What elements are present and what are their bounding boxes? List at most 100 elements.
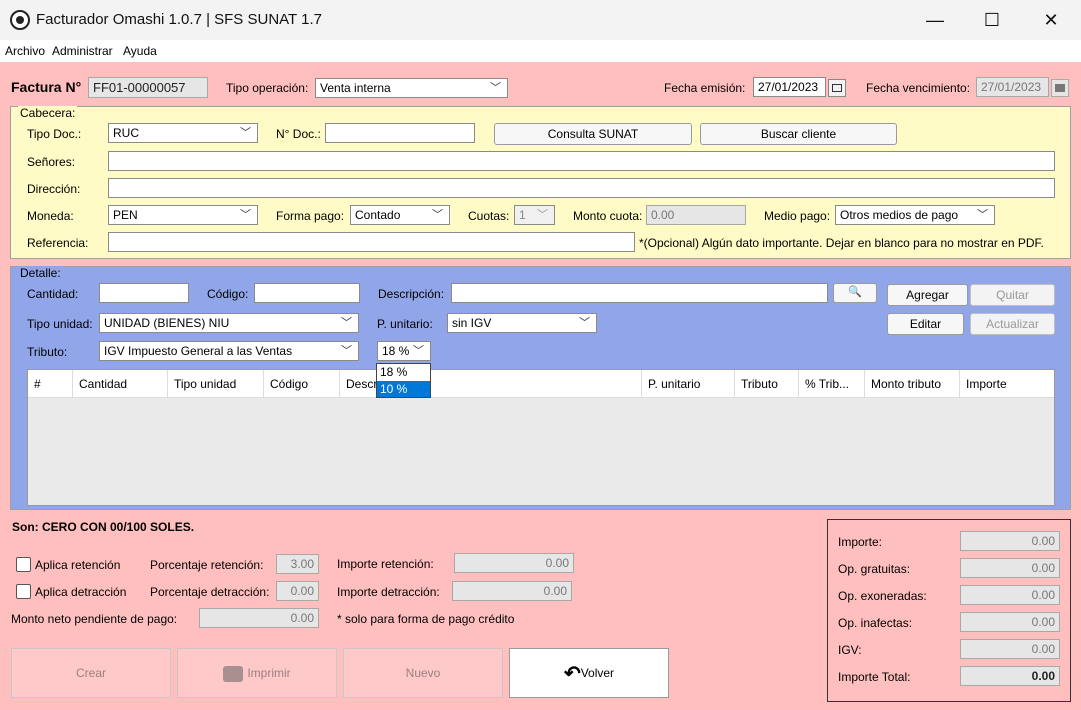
column-header[interactable]: Tributo bbox=[734, 370, 798, 398]
cuotas-value: 1 bbox=[519, 208, 526, 222]
codigo-field[interactable] bbox=[254, 283, 360, 303]
cantidad-label: Cantidad: bbox=[27, 287, 79, 301]
volver-label: Volver bbox=[580, 666, 615, 680]
column-header[interactable]: Tipo unidad bbox=[167, 370, 263, 398]
nuevo-button[interactable]: Nuevo bbox=[343, 648, 503, 698]
porcentaje-detraccion-label: Porcentaje detracción: bbox=[150, 585, 270, 599]
column-header[interactable]: Cantidad bbox=[72, 370, 167, 398]
cuotas-select: 1 ﹀ bbox=[514, 205, 555, 225]
minimize-button[interactable]: — bbox=[908, 0, 962, 40]
chevron-down-icon: ﹀ bbox=[413, 345, 424, 357]
app-logo-icon bbox=[10, 10, 30, 30]
medio-pago-value: Otros medios de pago bbox=[840, 208, 959, 222]
aplica-detraccion-label: Aplica detracción bbox=[35, 585, 127, 599]
cantidad-field[interactable] bbox=[99, 283, 189, 303]
factura-label: Factura N° bbox=[11, 79, 82, 95]
total-label-importe: Importe: bbox=[838, 535, 883, 549]
fecha-vencimiento-field: 27/01/2023 bbox=[976, 77, 1049, 97]
printer-icon bbox=[223, 665, 244, 682]
monto-cuota-label: Monto cuota: bbox=[573, 209, 643, 223]
window-title: Facturador Omashi 1.0.7 | SFS SUNAT 1.7 bbox=[36, 11, 322, 28]
forma-pago-select[interactable]: Contado ﹀ bbox=[350, 205, 450, 225]
calendar-icon[interactable] bbox=[828, 79, 846, 97]
forma-pago-label: Forma pago: bbox=[276, 209, 345, 223]
num-doc-label: N° Doc.: bbox=[276, 127, 321, 141]
actualizar-button[interactable]: Actualizar bbox=[970, 313, 1055, 335]
menu-administrar[interactable]: Administrar bbox=[52, 44, 113, 58]
search-button[interactable]: 🔍 bbox=[833, 283, 877, 303]
editar-button[interactable]: Editar bbox=[887, 313, 964, 335]
moneda-select[interactable]: PEN ﹀ bbox=[108, 205, 258, 225]
column-header[interactable]: P. unitario bbox=[641, 370, 734, 398]
close-button[interactable]: ✕ bbox=[1024, 0, 1078, 40]
buscar-cliente-button[interactable]: Buscar cliente bbox=[700, 123, 897, 145]
p-unitario-select[interactable]: sin IGV ﹀ bbox=[447, 313, 597, 333]
moneda-label: Moneda: bbox=[27, 209, 74, 223]
num-doc-field[interactable] bbox=[325, 123, 475, 143]
aplica-detraccion-checkbox[interactable] bbox=[16, 584, 31, 599]
aplica-retencion-checkbox[interactable] bbox=[16, 557, 31, 572]
dropdown-option[interactable]: 18 % bbox=[377, 364, 430, 380]
detalle-table[interactable]: # Cantidad Tipo unidad Código Descr P. u… bbox=[27, 369, 1055, 506]
medio-pago-label: Medio pago: bbox=[764, 209, 831, 223]
consulta-sunat-button[interactable]: Consulta SUNAT bbox=[494, 123, 692, 145]
referencia-field[interactable] bbox=[108, 232, 635, 252]
tipo-operacion-value: Venta interna bbox=[320, 81, 391, 95]
tipo-doc-value: RUC bbox=[113, 126, 139, 140]
tributo-select[interactable]: IGV Impuesto General a las Ventas ﹀ bbox=[99, 341, 359, 361]
total-label-exoneradas: Op. exoneradas: bbox=[838, 589, 927, 603]
senores-field[interactable] bbox=[108, 151, 1055, 171]
imprimir-button[interactable]: Imprimir bbox=[177, 648, 337, 698]
column-header[interactable]: Importe bbox=[959, 370, 1054, 398]
chevron-down-icon: ﹀ bbox=[537, 209, 548, 221]
porcentaje-detraccion-field: 0.00 bbox=[276, 581, 319, 601]
direccion-label: Dirección: bbox=[27, 182, 81, 196]
factura-number-field: FF01-00000057 bbox=[88, 77, 208, 98]
descripcion-label: Descripción: bbox=[378, 287, 445, 301]
tributo-value: IGV Impuesto General a las Ventas bbox=[104, 344, 293, 358]
column-header[interactable]: # bbox=[28, 370, 72, 398]
tipo-unidad-value: UNIDAD (BIENES) NIU bbox=[104, 316, 230, 330]
tipo-unidad-select[interactable]: UNIDAD (BIENES) NIU ﹀ bbox=[99, 313, 359, 333]
tipo-operacion-label: Tipo operación: bbox=[226, 81, 309, 95]
igv-percent-select[interactable]: 18 % ﹀ bbox=[377, 341, 431, 361]
chevron-down-icon: ﹀ bbox=[341, 345, 352, 357]
column-header[interactable]: Código bbox=[263, 370, 339, 398]
crear-button[interactable]: Crear bbox=[11, 648, 171, 698]
column-header[interactable]: % Trib... bbox=[798, 370, 864, 398]
tipo-operacion-select[interactable]: Venta interna ﹀ bbox=[315, 78, 508, 98]
porcentaje-retencion-field: 3.00 bbox=[276, 554, 319, 574]
quitar-button[interactable]: Quitar bbox=[970, 284, 1055, 306]
detalle-title: Detalle: bbox=[18, 266, 63, 280]
importe-retencion-field: 0.00 bbox=[454, 553, 574, 573]
menu-bar bbox=[0, 40, 1081, 62]
maximize-button[interactable]: ☐ bbox=[965, 0, 1019, 40]
medio-pago-select[interactable]: Otros medios de pago ﹀ bbox=[835, 205, 995, 225]
direccion-field[interactable] bbox=[108, 178, 1055, 198]
tipo-doc-select[interactable]: RUC ﹀ bbox=[108, 123, 258, 143]
menu-archivo[interactable]: Archivo bbox=[5, 44, 45, 58]
referencia-hint: *(Opcional) Algún dato importante. Dejar… bbox=[639, 236, 1044, 250]
menu-ayuda[interactable]: Ayuda bbox=[123, 44, 157, 58]
chevron-down-icon: ﹀ bbox=[490, 82, 501, 94]
descripcion-field[interactable] bbox=[451, 283, 828, 303]
undo-icon: ↶ bbox=[563, 662, 581, 685]
total-label-gratuitas: Op. gratuitas: bbox=[838, 562, 911, 576]
total-label-importe-total: Importe Total: bbox=[838, 670, 911, 684]
total-label-inafectas: Op. inafectas: bbox=[838, 616, 913, 630]
referencia-label: Referencia: bbox=[27, 236, 89, 250]
monto-cuota-field: 0.00 bbox=[646, 205, 746, 225]
dropdown-option-highlighted[interactable]: 10 % bbox=[377, 381, 430, 397]
chevron-down-icon: ﹀ bbox=[341, 317, 352, 329]
monto-neto-hint: * solo para forma de pago crédito bbox=[337, 612, 515, 626]
igv-percent-dropdown[interactable]: 18 % 10 % bbox=[376, 363, 431, 398]
amount-in-words: Son: CERO CON 00/100 SOLES. bbox=[12, 520, 195, 534]
chevron-down-icon: ﹀ bbox=[240, 209, 251, 221]
fecha-emision-field[interactable]: 27/01/2023 bbox=[753, 77, 826, 97]
agregar-button[interactable]: Agregar bbox=[887, 284, 968, 306]
volver-button[interactable]: ↶Volver bbox=[509, 648, 669, 698]
column-header[interactable]: Monto tributo bbox=[864, 370, 959, 398]
table-header: # Cantidad Tipo unidad Código Descr P. u… bbox=[28, 370, 1054, 398]
calendar-icon bbox=[1051, 79, 1069, 97]
aplica-retencion-label: Aplica retención bbox=[35, 558, 121, 572]
